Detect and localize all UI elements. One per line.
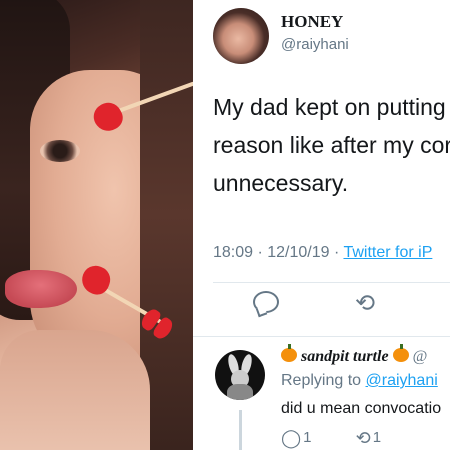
tweet-text-line: My dad kept on putting xyxy=(213,94,446,120)
retweet-button[interactable]: ⟲ xyxy=(353,286,387,320)
reply-bubble-icon xyxy=(253,291,279,313)
pumpkin-icon xyxy=(392,344,409,362)
bunny-body xyxy=(227,384,253,400)
display-name[interactable]: HONEY xyxy=(281,12,343,32)
retweet-icon: ⟲ xyxy=(355,428,371,448)
reply-display-name[interactable]: sandpit turtle @ xyxy=(281,344,428,366)
pumpkin-icon xyxy=(281,344,297,362)
reply-button[interactable] xyxy=(249,286,283,320)
eye xyxy=(40,140,80,162)
reply-retweet-button[interactable]: ⟲ 1 xyxy=(356,428,381,449)
tweet-avatar[interactable] xyxy=(213,8,269,64)
retweet-count: 1 xyxy=(372,429,382,446)
replying-to: Replying to @raiyhani xyxy=(281,372,438,390)
thread-line xyxy=(239,410,242,450)
tweet-text-line: unnecessary. xyxy=(213,170,349,196)
lips xyxy=(5,270,77,308)
reply-name-text: sandpit turtle xyxy=(301,348,389,365)
reply-extra: @ xyxy=(412,348,428,365)
profile-photo xyxy=(0,0,193,450)
retweet-icon: ⟲ xyxy=(355,290,376,317)
reply-actions: ◯ 1 ⟲ 1 xyxy=(281,428,421,449)
reply-bubble-icon: ◯ xyxy=(281,428,302,448)
replying-prefix: Replying to xyxy=(281,372,362,389)
tweet-meta: 18:09 · 12/10/19 · Twitter for iP xyxy=(213,244,432,262)
tweet-text-line: reason like after my cor xyxy=(213,132,450,158)
reply-text: did u mean convocatio xyxy=(281,400,442,417)
tweet-actions: ⟲ xyxy=(193,286,450,330)
divider xyxy=(193,336,450,337)
tweet-source-link[interactable]: Twitter for iP xyxy=(343,244,432,261)
reply-count: 1 xyxy=(303,429,312,446)
reply-avatar[interactable] xyxy=(215,350,265,400)
divider xyxy=(213,282,450,283)
tweet-panel: HONEY @raiyhani My dad kept on putting r… xyxy=(193,0,450,450)
user-handle[interactable]: @raiyhani xyxy=(281,36,349,53)
replying-to-link[interactable]: @raiyhani xyxy=(366,372,438,389)
tweet-text: My dad kept on putting reason like after… xyxy=(213,88,450,202)
neck xyxy=(0,330,150,450)
reply-reply-button[interactable]: ◯ 1 xyxy=(281,428,312,449)
timestamp[interactable]: 18:09 · 12/10/19 · xyxy=(213,244,339,261)
